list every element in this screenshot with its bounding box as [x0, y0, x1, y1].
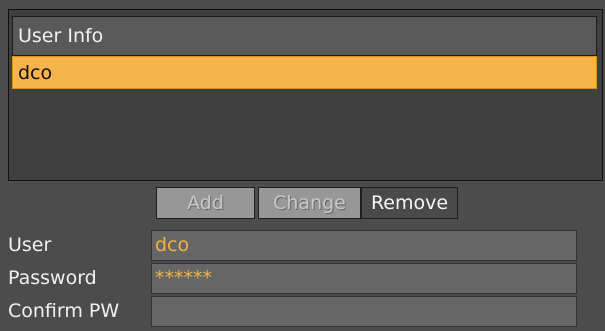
user-info-panel: User Info dco [8, 9, 603, 181]
user-info-header: User Info [12, 16, 597, 56]
user-input[interactable]: dco [151, 230, 577, 261]
user-label: User [8, 234, 52, 256]
change-button[interactable]: Change [258, 187, 361, 219]
confirm-password-input[interactable] [151, 296, 577, 327]
password-label: Password [8, 267, 97, 289]
remove-button[interactable]: Remove [361, 187, 458, 219]
user-list-item[interactable]: dco [12, 56, 597, 89]
add-button[interactable]: Add [156, 187, 255, 219]
password-input[interactable]: ****** [151, 263, 577, 294]
confirm-password-label: Confirm PW [8, 300, 120, 322]
